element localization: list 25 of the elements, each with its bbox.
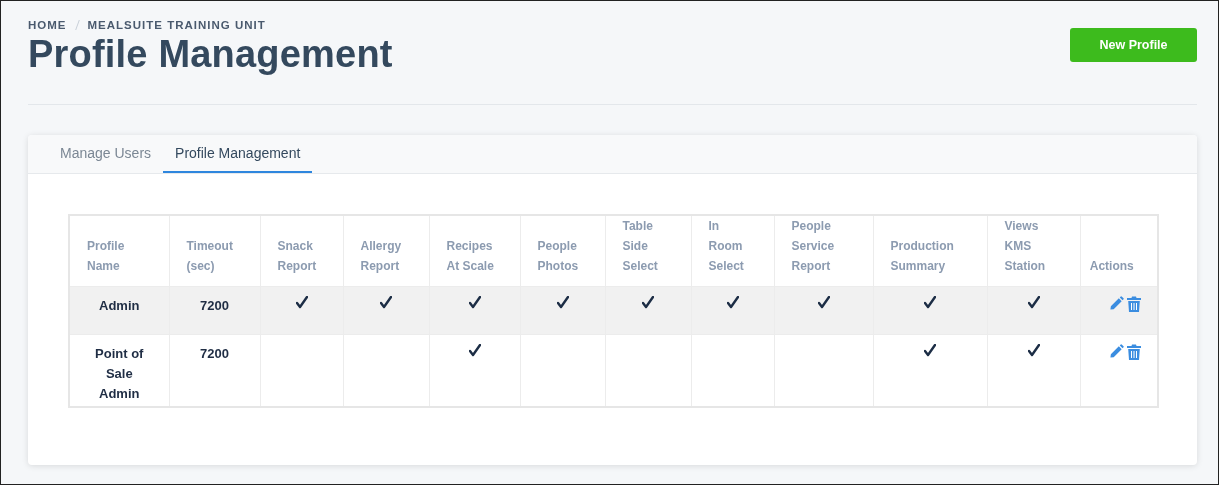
- check-icon: [924, 296, 936, 309]
- table-cell: 7200: [200, 346, 229, 361]
- check-icon: [468, 296, 481, 309]
- table-cell-text: Point of Sale Admin: [94, 345, 145, 403]
- page-title: Profile Management: [28, 33, 393, 76]
- pencil-icon[interactable]: [1108, 296, 1124, 311]
- pencil-icon[interactable]: [1108, 344, 1124, 359]
- check-icon: [817, 296, 830, 309]
- breadcrumb-link[interactable]: MEALSUITE TRAINING UNIT: [87, 19, 266, 31]
- tab[interactable]: Profile Management: [163, 135, 313, 173]
- check-icon: [924, 344, 936, 357]
- table-cell-text: Admin: [98, 297, 141, 315]
- check-icon: [726, 296, 739, 309]
- check-icon: [295, 296, 308, 309]
- trash-icon[interactable]: [1126, 344, 1141, 360]
- breadcrumb-link[interactable]: HOME: [28, 19, 67, 31]
- check-icon: [1027, 344, 1040, 357]
- check-icon: [468, 344, 481, 357]
- check-icon: [642, 296, 654, 309]
- trash-icon[interactable]: [1126, 296, 1141, 312]
- tab[interactable]: Manage Users: [48, 135, 164, 173]
- check-icon: [556, 296, 569, 309]
- table-cell: 7200: [200, 298, 229, 313]
- check-icon: [1027, 296, 1040, 309]
- check-icon: [380, 296, 392, 309]
